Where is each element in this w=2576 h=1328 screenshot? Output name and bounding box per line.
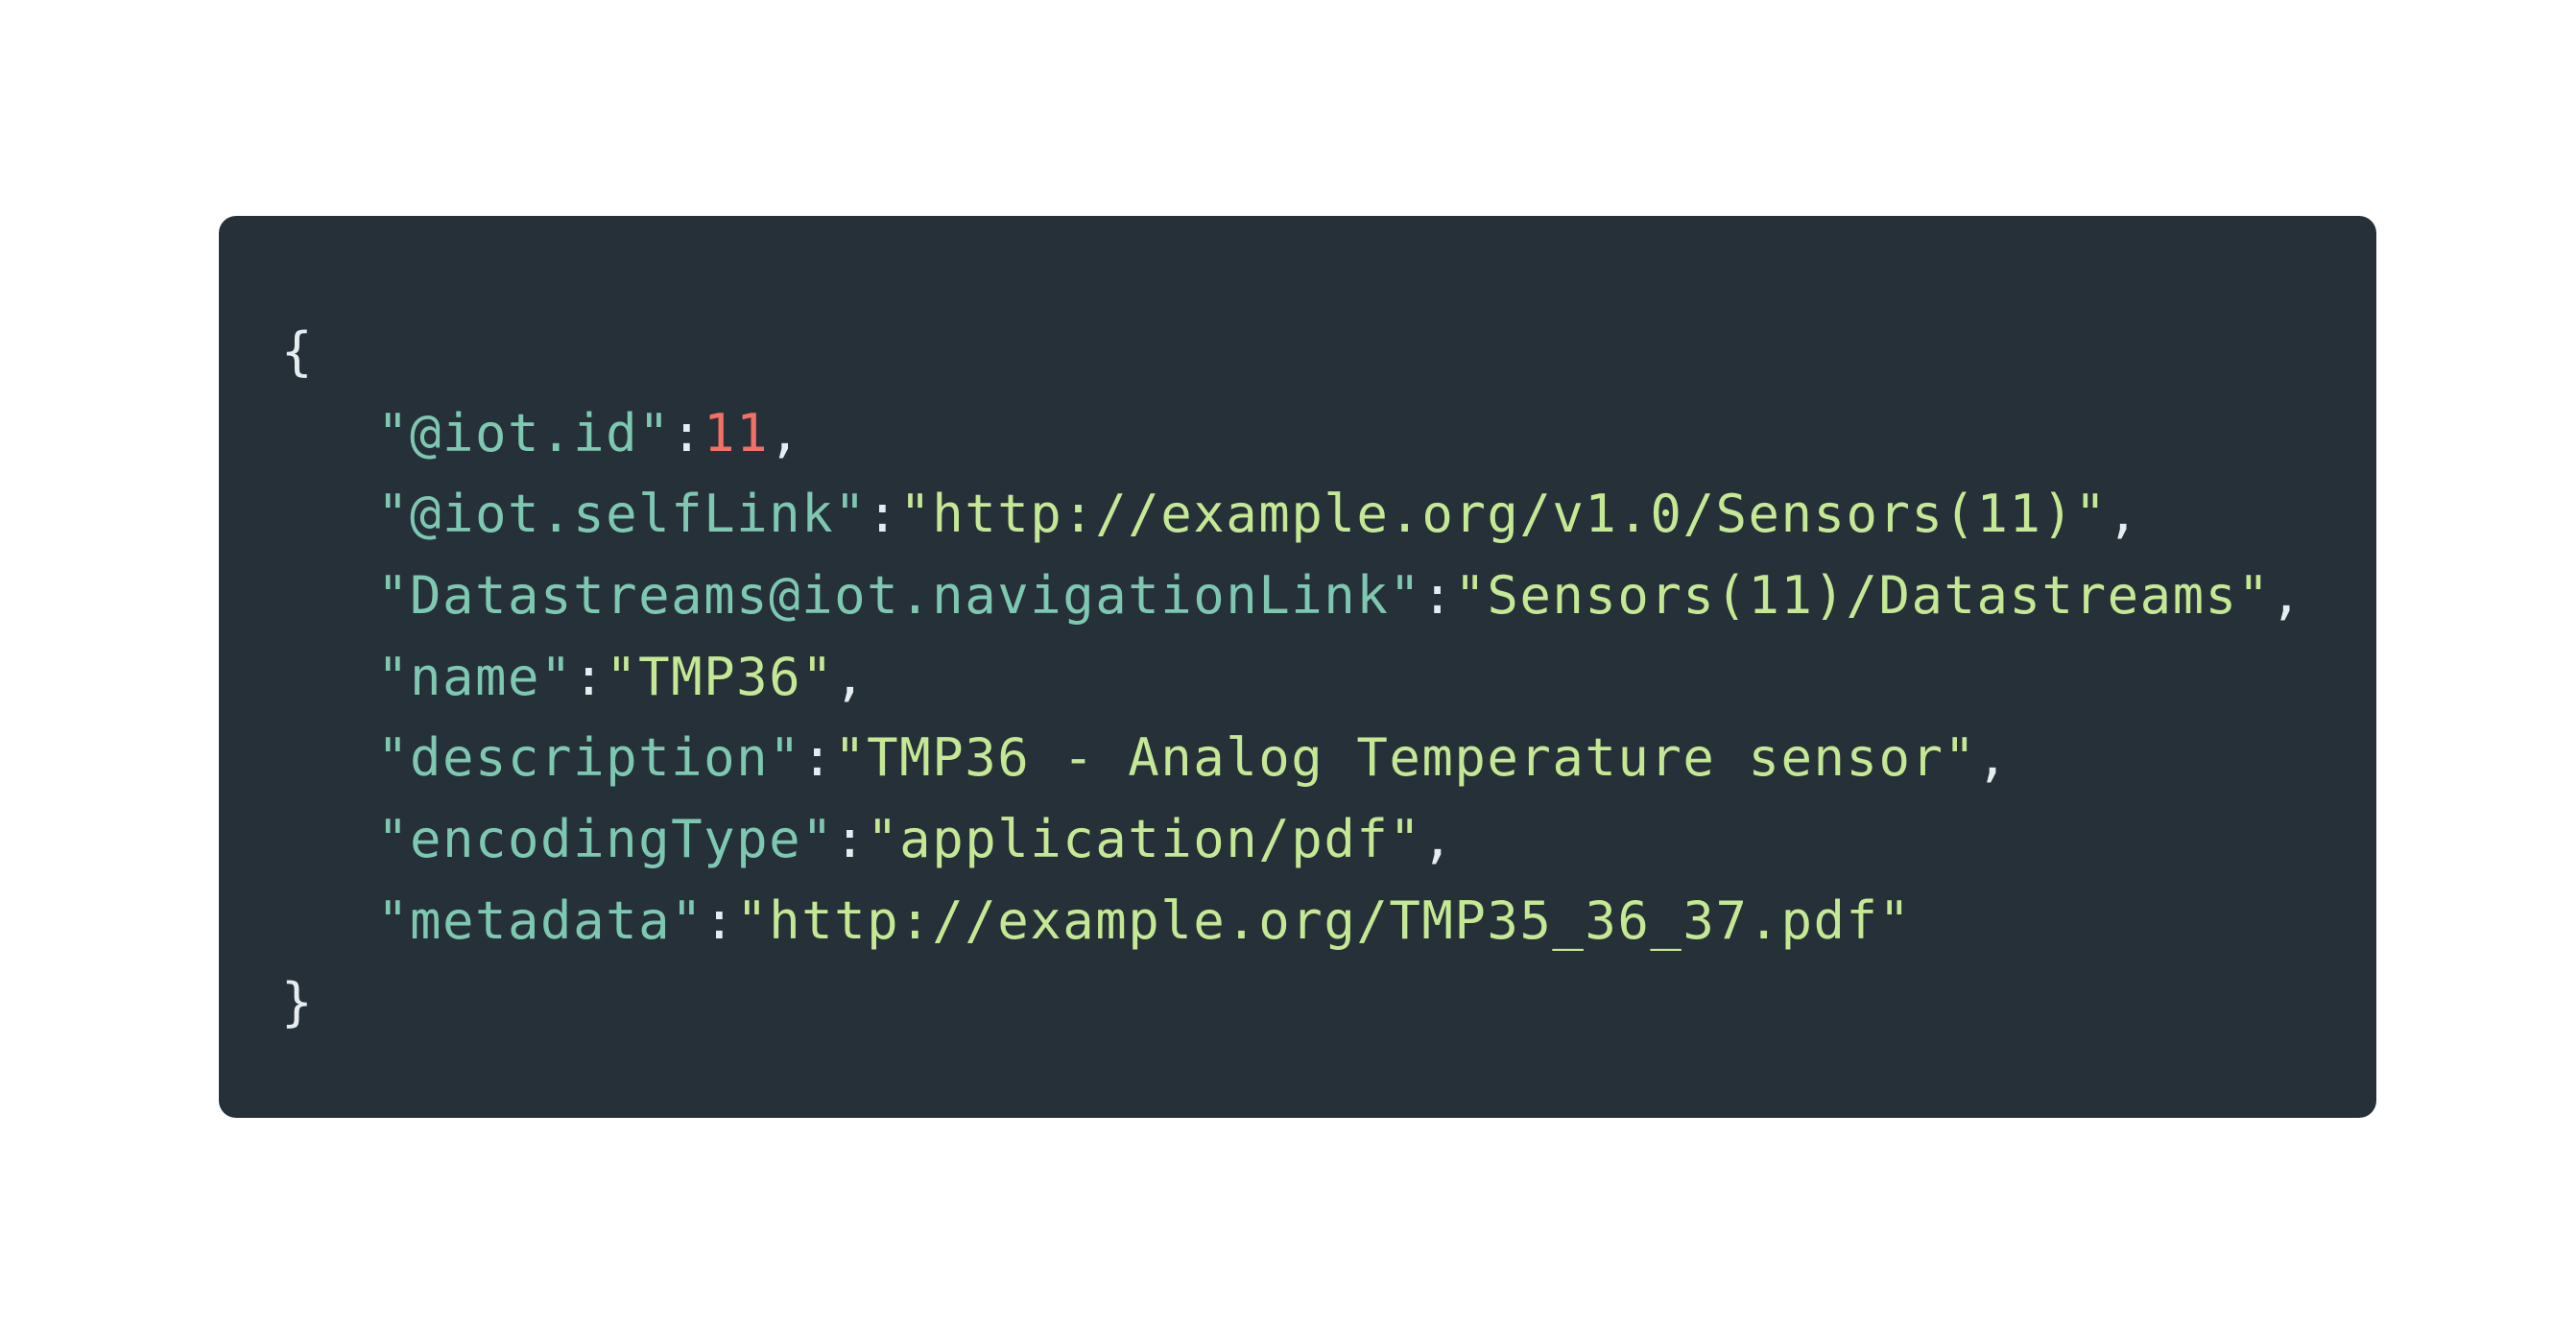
code-line: "@iot.selfLink":"http://example.org/v1.0… bbox=[281, 474, 2376, 556]
code-line-open: { bbox=[281, 312, 2376, 393]
code-block: { "@iot.id":11, "@iot.selfLink":"http://… bbox=[219, 216, 2376, 1118]
colon: : bbox=[704, 889, 737, 951]
code-line: "@iot.id":11, bbox=[281, 393, 2376, 475]
code-line: "metadata":"http://example.org/TMP35_36_… bbox=[281, 881, 2376, 962]
colon: : bbox=[834, 809, 868, 870]
json-value-string: "http://example.org/v1.0/Sensors(11)" bbox=[899, 484, 2108, 545]
comma: , bbox=[769, 402, 802, 463]
json-key: "description" bbox=[377, 727, 802, 789]
json-key: "@iot.id" bbox=[377, 402, 672, 463]
colon: : bbox=[573, 646, 607, 707]
colon: : bbox=[867, 484, 900, 545]
json-value-string: "Sensors(11)/Datastreams" bbox=[1454, 565, 2271, 627]
code-line: "encodingType":"application/pdf", bbox=[281, 799, 2376, 881]
json-key: "encodingType" bbox=[377, 809, 835, 870]
open-brace: { bbox=[281, 321, 315, 382]
comma: , bbox=[1976, 727, 2010, 789]
json-value-string: "TMP36" bbox=[606, 646, 835, 707]
colon: : bbox=[1421, 565, 1455, 627]
json-key: "name" bbox=[377, 646, 574, 707]
json-key: "@iot.selfLink" bbox=[377, 484, 868, 545]
code-line: "Datastreams@iot.navigationLink":"Sensor… bbox=[281, 556, 2376, 637]
json-key: "metadata" bbox=[377, 889, 704, 951]
json-value-number: 11 bbox=[704, 402, 770, 463]
code-line: "name":"TMP36", bbox=[281, 637, 2376, 719]
comma: , bbox=[2107, 484, 2140, 545]
code-line: "description":"TMP36 - Analog Temperatur… bbox=[281, 718, 2376, 799]
close-brace: } bbox=[281, 971, 315, 1032]
colon: : bbox=[671, 402, 704, 463]
comma: , bbox=[1421, 809, 1455, 870]
colon: : bbox=[801, 727, 835, 789]
json-value-string: "application/pdf" bbox=[867, 809, 1422, 870]
comma: , bbox=[834, 646, 868, 707]
json-key: "Datastreams@iot.navigationLink" bbox=[377, 565, 1422, 627]
json-value-string: "http://example.org/TMP35_36_37.pdf" bbox=[736, 889, 1912, 951]
comma: , bbox=[2270, 565, 2303, 627]
page: { "@iot.id":11, "@iot.selfLink":"http://… bbox=[0, 0, 2576, 1328]
code-line-close: } bbox=[281, 962, 2376, 1044]
json-value-string: "TMP36 - Analog Temperature sensor" bbox=[834, 727, 1977, 789]
